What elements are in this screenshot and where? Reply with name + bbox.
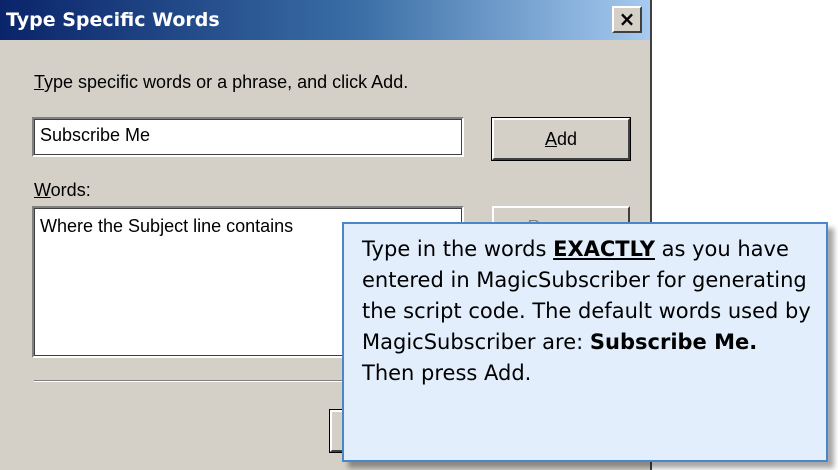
instruction-accelerator: T — [34, 72, 45, 92]
words-label-text: ords: — [50, 180, 91, 200]
words-input[interactable]: Subscribe Me — [32, 117, 464, 157]
words-label-accelerator: W — [34, 180, 51, 200]
close-icon: × — [618, 7, 636, 31]
add-button-label: dd — [556, 129, 578, 149]
instruction-text: ype specific words or a phrase, and clic… — [44, 72, 409, 92]
dialog-title: Type Specific Words — [6, 9, 220, 31]
add-button[interactable]: Add — [491, 117, 631, 161]
add-button-accelerator: A — [544, 129, 557, 149]
callout-text-3: Then press Add. — [362, 361, 532, 385]
instruction-callout: Type in the words EXACTLY as you have en… — [342, 222, 828, 462]
callout-emphasis: EXACTLY — [553, 237, 655, 261]
words-label: Words: — [34, 179, 91, 201]
close-button[interactable]: × — [612, 6, 642, 33]
callout-text-1: Type in the words — [362, 237, 554, 261]
screenshot-stage: Type Specific Words × Type specific word… — [0, 0, 838, 470]
instruction-label: Type specific words or a phrase, and cli… — [34, 71, 408, 93]
callout-default-words: Subscribe Me. — [589, 330, 758, 354]
title-bar[interactable]: Type Specific Words × — [0, 0, 650, 40]
